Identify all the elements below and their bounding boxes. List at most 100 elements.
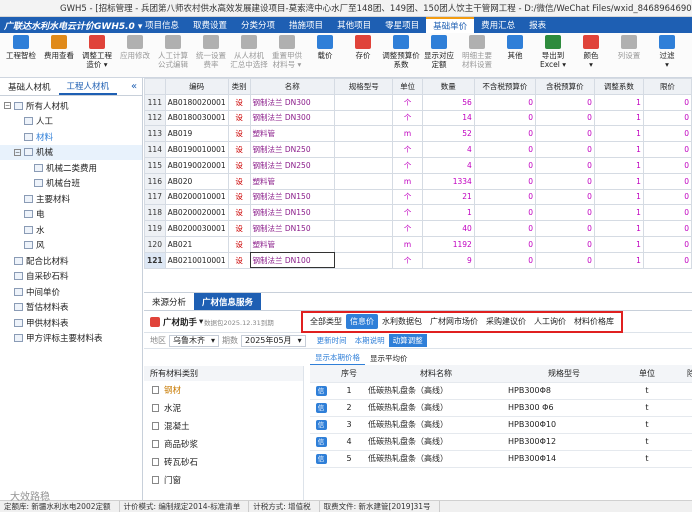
tree-node[interactable]: 主要材料 xyxy=(0,191,142,207)
tab-price-type-6[interactable]: 材料价格库 xyxy=(570,314,618,329)
collapse-panel-icon[interactable]: « xyxy=(126,78,142,95)
cell-no[interactable]: 118 xyxy=(144,204,166,222)
cell-name[interactable]: 塑料管 xyxy=(249,235,336,253)
cell-name[interactable]: 钢制法兰 DN250 xyxy=(249,141,336,158)
cell-type[interactable]: 设 xyxy=(227,109,251,127)
ribbon-button-0[interactable]: 工程智检 xyxy=(2,33,40,77)
cell-code[interactable]: AB0200030001 xyxy=(164,220,229,237)
cell-p1[interactable]: 0 xyxy=(473,172,537,190)
menu-item-0[interactable]: 项目信息 xyxy=(138,17,186,33)
category-item[interactable]: 钢材 xyxy=(144,381,303,399)
column-header[interactable] xyxy=(144,78,166,95)
tree-node[interactable]: 材料 xyxy=(0,129,142,145)
cell-code[interactable]: AB021 xyxy=(164,235,229,253)
cell-type[interactable]: 设 xyxy=(227,93,251,111)
cell-code[interactable]: AB0180020001 xyxy=(164,93,229,111)
cell-k[interactable]: 1 xyxy=(593,220,644,237)
table-row[interactable]: 121 AB0210010001 设钢制法兰 DN100 个 9 0 0 1 0 xyxy=(144,251,692,269)
cell-p2[interactable]: 0 xyxy=(535,156,595,174)
cell-unit[interactable]: 个 xyxy=(392,156,423,174)
tree-node[interactable]: 暂估材料表 xyxy=(0,300,142,316)
cell-name[interactable]: 钢制法兰 DN150 xyxy=(249,188,336,206)
tree-node[interactable]: 甲方评标主要材料表 xyxy=(0,331,142,347)
cell-no[interactable]: 115 xyxy=(144,156,166,174)
table-row[interactable]: 116 AB020 设塑料管 m 1334 0 0 1 0 xyxy=(144,172,692,190)
material-row[interactable]: 信2低碳热轧盘条（高线）HPB300 Φ6t307 xyxy=(310,399,692,417)
cell-lim[interactable]: 0 xyxy=(642,141,692,158)
cell-k[interactable]: 1 xyxy=(593,204,644,222)
cell-lim[interactable]: 0 xyxy=(642,251,692,269)
cell-lim[interactable]: 0 xyxy=(642,109,692,127)
tree-node[interactable]: 电 xyxy=(0,207,142,223)
cell-p2[interactable]: 0 xyxy=(535,109,595,127)
cell-p2[interactable]: 0 xyxy=(535,220,595,237)
tree-node[interactable]: 水 xyxy=(0,222,142,238)
cell-unit[interactable]: 个 xyxy=(392,141,423,158)
table-row[interactable]: 119 AB0200030001 设钢制法兰 DN150 个 40 0 0 1 0 xyxy=(144,220,692,237)
category-item[interactable]: 水泥 xyxy=(144,399,303,417)
cell-p2[interactable]: 0 xyxy=(535,188,595,206)
table-row[interactable]: 112 AB0180030001 设钢制法兰 DN300 个 14 0 0 1 0 xyxy=(144,109,692,127)
tree-node[interactable]: 机械二类费用 xyxy=(0,160,142,176)
cell-k[interactable]: 1 xyxy=(593,109,644,127)
tab-source-analysis[interactable]: 来源分析 xyxy=(144,293,194,310)
table-row[interactable]: 115 AB0190020001 设钢制法兰 DN250 个 4 0 0 1 0 xyxy=(144,156,692,174)
cell-code[interactable]: AB0190020001 xyxy=(164,156,229,174)
cell-k[interactable]: 1 xyxy=(593,141,644,158)
cell-p1[interactable]: 0 xyxy=(473,251,537,269)
category-item[interactable]: 门窗 xyxy=(144,471,303,489)
tab-base-resources[interactable]: 基础人材机 xyxy=(0,78,59,95)
cell-qty[interactable]: 52 xyxy=(421,125,475,143)
cell-no[interactable]: 120 xyxy=(144,235,166,253)
cell-unit[interactable]: m xyxy=(392,125,423,143)
column-header[interactable]: 数量 xyxy=(421,78,475,95)
cell-p1[interactable]: 0 xyxy=(473,188,537,206)
cell-p2[interactable]: 0 xyxy=(535,204,595,222)
cell-p1[interactable]: 0 xyxy=(473,141,537,158)
dynamic-adjust-button[interactable]: 动算调整 xyxy=(388,334,427,347)
ribbon-button-12[interactable]: 明细主要 材料设置 xyxy=(458,33,496,77)
cell-lim[interactable]: 0 xyxy=(642,235,692,253)
cell-p2[interactable]: 0 xyxy=(535,172,595,190)
cell-type[interactable]: 设 xyxy=(227,235,251,253)
cell-p1[interactable]: 0 xyxy=(473,235,537,253)
cell-type[interactable]: 设 xyxy=(227,141,251,158)
cell-spec[interactable] xyxy=(334,235,394,253)
cell-unit[interactable]: 个 xyxy=(392,109,423,127)
ribbon-button-2[interactable]: 调整工程 造价 ▾ xyxy=(78,33,116,77)
cell-spec[interactable] xyxy=(334,204,394,222)
tree-node[interactable]: 人工 xyxy=(0,114,142,130)
cell-type[interactable]: 设 xyxy=(227,188,251,206)
cell-type[interactable]: 设 xyxy=(227,220,251,237)
tab-material-info-service[interactable]: 广材信息服务 xyxy=(194,293,262,310)
tab-price-type-1[interactable]: 信息价 xyxy=(346,314,378,329)
cell-name[interactable]: 钢制法兰 DN100 xyxy=(249,251,336,269)
cell-p2[interactable]: 0 xyxy=(535,93,595,111)
cell-code[interactable]: AB0190010001 xyxy=(164,141,229,158)
column-header[interactable]: 限价 xyxy=(642,78,692,95)
table-row[interactable]: 120 AB021 设塑料管 m 1192 0 0 1 0 xyxy=(144,235,692,253)
cell-no[interactable]: 117 xyxy=(144,188,166,206)
cell-qty[interactable]: 21 xyxy=(421,188,475,206)
cell-name[interactable]: 钢制法兰 DN250 xyxy=(249,156,336,174)
cell-unit[interactable]: 个 xyxy=(392,251,423,269)
cell-code[interactable]: AB0200010001 xyxy=(164,188,229,206)
material-row[interactable]: 信4低碳热轧盘条（高线）HPB300Φ12t285 xyxy=(310,433,692,451)
cell-name[interactable]: 塑料管 xyxy=(249,125,336,143)
menu-item-4[interactable]: 其他项目 xyxy=(330,17,378,33)
cell-p2[interactable]: 0 xyxy=(535,235,595,253)
cell-no[interactable]: 113 xyxy=(144,125,166,143)
period-select[interactable]: 2025年05月 ▾ xyxy=(241,334,306,347)
ribbon-button-1[interactable]: 费用查看 xyxy=(40,33,78,77)
cell-no[interactable]: 114 xyxy=(144,141,166,158)
column-header[interactable]: 编码 xyxy=(164,78,229,95)
cell-name[interactable]: 塑料管 xyxy=(249,172,336,190)
cell-qty[interactable]: 1 xyxy=(421,204,475,222)
cell-code[interactable]: AB0210010001 xyxy=(164,251,229,269)
cell-code[interactable]: AB0180030001 xyxy=(164,109,229,127)
ribbon-button-4[interactable]: 人工计算 公式编辑 xyxy=(154,33,192,77)
ribbon-button-14[interactable]: 导出到 Excel ▾ xyxy=(534,33,572,77)
tree-node[interactable]: 自采砂石料 xyxy=(0,269,142,285)
ribbon-button-13[interactable]: 其他 xyxy=(496,33,534,77)
cell-p1[interactable]: 0 xyxy=(473,220,537,237)
